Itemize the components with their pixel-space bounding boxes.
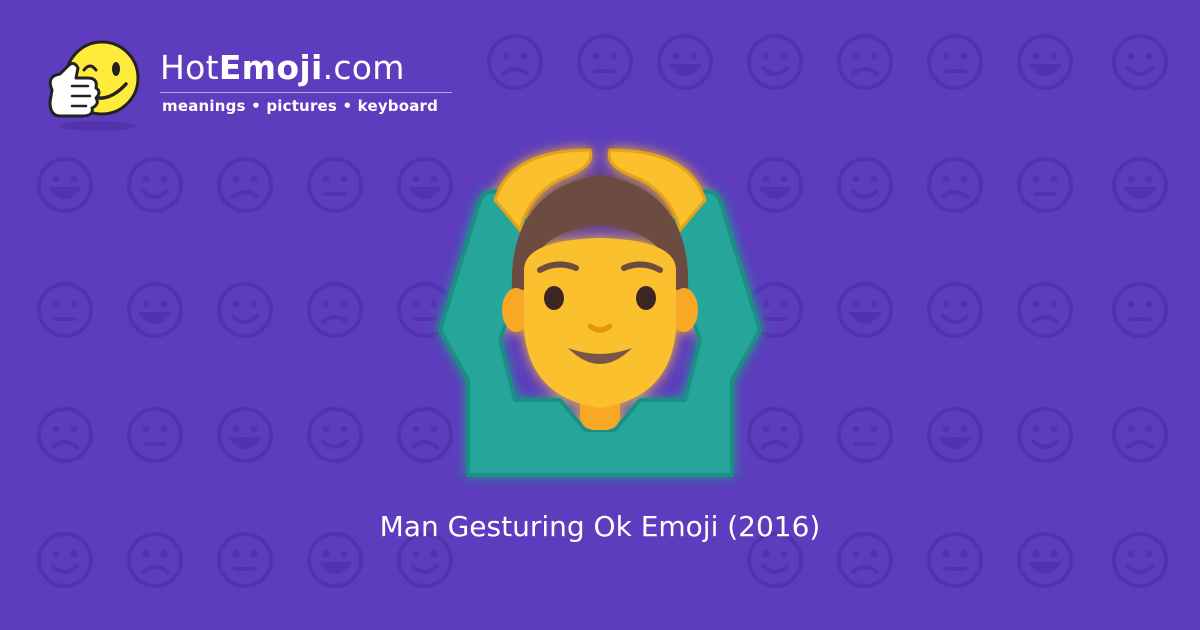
site-name-suffix: .com <box>322 48 405 87</box>
site-tagline: meanings • pictures • keyboard <box>162 97 439 115</box>
pattern-emoji-icon <box>927 407 983 463</box>
pattern-emoji-icon <box>837 282 893 338</box>
pattern-emoji-icon <box>837 34 893 90</box>
share-card: HotEmoji.com meanings • pictures • keybo… <box>0 0 1200 630</box>
pattern-emoji-icon <box>927 34 983 90</box>
pattern-emoji-icon <box>1017 157 1073 213</box>
pattern-emoji-icon <box>37 282 93 338</box>
pattern-emoji-icon <box>837 157 893 213</box>
pattern-emoji-icon <box>927 282 983 338</box>
pattern-emoji-icon <box>1112 407 1168 463</box>
pattern-emoji-icon <box>1017 34 1073 90</box>
site-name-prefix: Hot <box>160 48 219 87</box>
emoji-caption: Man Gesturing Ok Emoji (2016) <box>379 510 821 543</box>
pattern-emoji-icon <box>487 34 543 90</box>
pattern-emoji-icon <box>837 407 893 463</box>
pattern-emoji-icon <box>1112 282 1168 338</box>
pattern-emoji-icon <box>127 282 183 338</box>
pattern-emoji-icon <box>307 157 363 213</box>
pattern-emoji-icon <box>1112 34 1168 90</box>
pattern-emoji-icon <box>307 282 363 338</box>
pattern-emoji-icon <box>37 157 93 213</box>
pattern-emoji-icon <box>217 157 273 213</box>
man-gesturing-ok-icon <box>438 148 762 477</box>
pattern-emoji-icon <box>577 34 633 90</box>
pattern-emoji-icon <box>37 407 93 463</box>
pattern-emoji-icon <box>1112 157 1168 213</box>
pattern-emoji-icon <box>1017 407 1073 463</box>
pattern-emoji-icon <box>657 34 713 90</box>
pattern-emoji-icon <box>127 157 183 213</box>
site-name-bold: Emoji <box>218 48 323 87</box>
pattern-emoji-icon <box>127 407 183 463</box>
pattern-emoji-icon <box>747 34 803 90</box>
pattern-emoji-icon <box>1017 282 1073 338</box>
pattern-emoji-icon <box>217 282 273 338</box>
logo-divider <box>160 92 452 93</box>
site-name[interactable]: HotEmoji.com <box>160 48 405 88</box>
pattern-emoji-icon <box>307 407 363 463</box>
pattern-emoji-icon <box>927 157 983 213</box>
pattern-emoji-icon <box>217 407 273 463</box>
